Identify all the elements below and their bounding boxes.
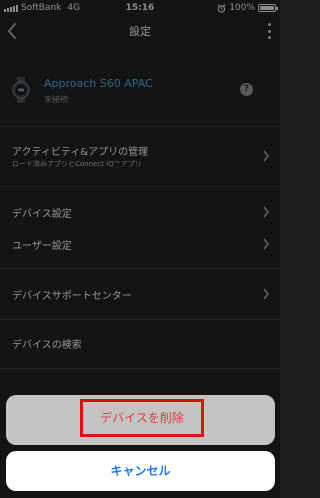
cancel-button[interactable]: キャンセル (6, 451, 275, 491)
delete-device-button[interactable]: デバイスを削除 (6, 395, 275, 445)
delete-device-label: デバイスを削除 (80, 399, 204, 437)
